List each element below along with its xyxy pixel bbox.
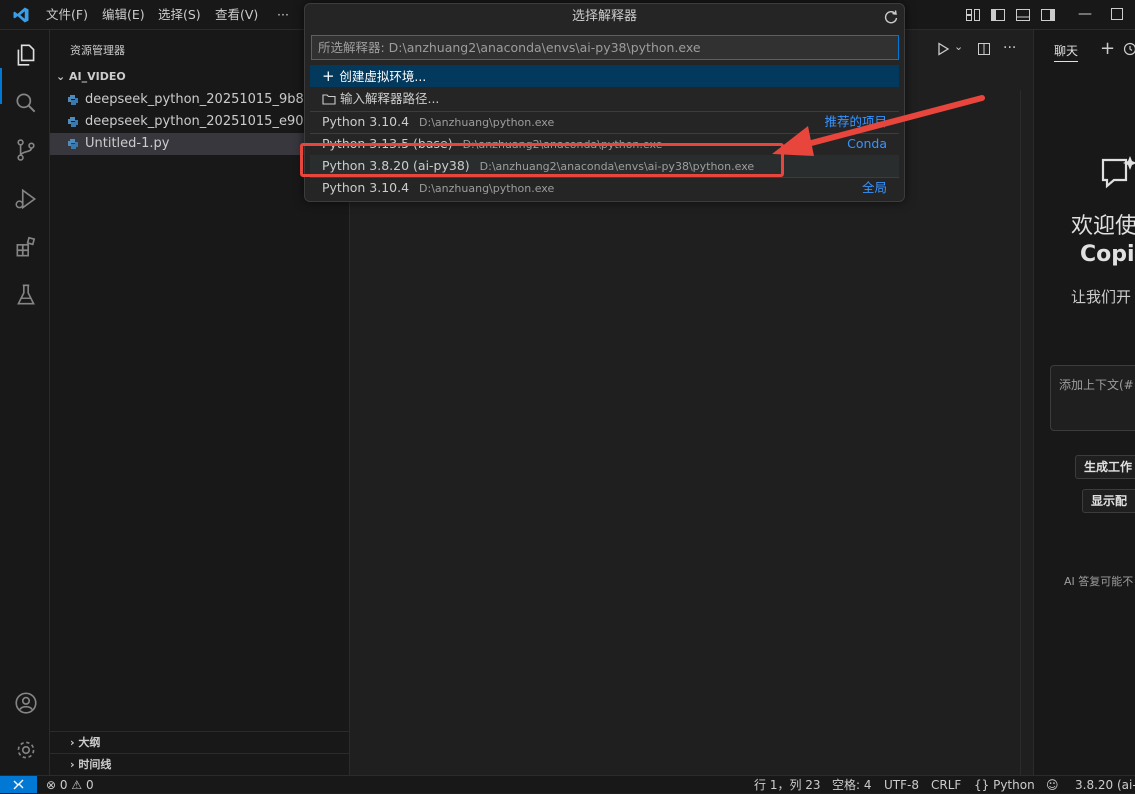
annotation-arrow xyxy=(760,90,990,170)
generate-button[interactable]: 生成工作 xyxy=(1075,455,1135,479)
active-indicator xyxy=(0,68,2,104)
chat-input-placeholder: 添加上下文(# xyxy=(1051,366,1135,393)
warning-count: 0 xyxy=(86,778,94,792)
file-name: Untitled-1.py xyxy=(85,136,169,151)
braces-icon: {} xyxy=(974,778,993,792)
language-mode[interactable]: {} Python xyxy=(974,776,1035,794)
plus-icon: + xyxy=(322,67,339,85)
run-icon[interactable] xyxy=(936,42,952,58)
enter-path-label: 输入解释器路径... xyxy=(340,91,439,106)
line-ending[interactable]: CRLF xyxy=(931,776,961,794)
settings-gear-icon[interactable] xyxy=(13,737,39,763)
toggle-panel-icon[interactable] xyxy=(1015,7,1031,23)
menu-edit[interactable]: 编辑(E) xyxy=(102,0,145,30)
extensions-icon[interactable] xyxy=(13,234,39,260)
ai-disclaimer: AI 答复可能不 xyxy=(1064,573,1133,589)
quickpick-title: 选择解释器 xyxy=(305,4,904,30)
chat-panel: 聊天 + 欢迎使 Copil 让我们开 添加上下文(# 生成工作 显示配 AI … xyxy=(1033,30,1135,775)
create-env-item[interactable]: + 创建虚拟环境... xyxy=(310,65,899,87)
timeline-section[interactable]: › 时间线 xyxy=(50,753,350,775)
search-icon[interactable] xyxy=(13,90,39,116)
workspace-folder[interactable]: ⌄ AI_VIDEO xyxy=(56,70,126,83)
more-icon[interactable]: ··· xyxy=(1003,40,1016,56)
python-file-icon xyxy=(67,138,79,150)
run-debug-icon[interactable] xyxy=(13,186,39,212)
error-count: 0 xyxy=(60,778,68,792)
interpreter-item[interactable]: Python 3.10.4 D:\anzhuang\python.exe 全局 xyxy=(310,177,899,199)
welcome-title-line2: Copil xyxy=(1080,242,1135,267)
menu-more[interactable]: ··· xyxy=(277,0,289,30)
problems-indicator[interactable]: ⊗ 0 ⚠ 0 xyxy=(46,776,94,794)
testing-icon[interactable] xyxy=(13,282,39,308)
remote-indicator[interactable] xyxy=(0,776,37,793)
python-file-icon xyxy=(67,94,79,106)
vscode-logo-icon xyxy=(12,6,30,24)
plus-icon[interactable]: + xyxy=(1100,38,1115,59)
create-env-label: 创建虚拟环境... xyxy=(339,69,426,84)
show-config-button[interactable]: 显示配 xyxy=(1082,489,1135,513)
error-icon: ⊗ xyxy=(46,778,56,792)
menu-selection[interactable]: 选择(S) xyxy=(158,0,201,30)
source-control-icon[interactable] xyxy=(13,137,39,163)
python-file-icon xyxy=(67,116,79,128)
interpreter-search-input[interactable]: 所选解释器: D:\anzhuang2\anaconda\envs\ai-py3… xyxy=(311,35,899,60)
account-icon[interactable] xyxy=(13,690,39,716)
toggle-secondary-sidebar-icon[interactable] xyxy=(1040,7,1056,23)
chevron-down-icon: ⌄ xyxy=(56,70,69,83)
folder-icon xyxy=(322,93,336,105)
interpreter-version[interactable]: 3.8.20 (ai-p xyxy=(1075,776,1135,794)
status-bar: ⊗ 0 ⚠ 0 行 1，列 23 空格: 4 UTF-8 CRLF {} Pyt… xyxy=(0,775,1135,793)
interpreter-path: D:\anzhuang\python.exe xyxy=(419,182,554,195)
section-label: 大纲 xyxy=(78,736,100,749)
menu-view[interactable]: 查看(V) xyxy=(215,0,258,30)
interpreter-path: D:\anzhuang\python.exe xyxy=(419,116,554,129)
folder-name: AI_VIDEO xyxy=(69,70,126,83)
editor-scrollbar[interactable] xyxy=(1020,90,1033,775)
section-label: 时间线 xyxy=(78,758,111,771)
sparkle-chat-icon xyxy=(1100,152,1135,192)
outline-section[interactable]: › 大纲 xyxy=(50,731,350,753)
interpreter-tag: 全局 xyxy=(862,177,887,199)
language-label: Python xyxy=(993,778,1035,792)
indentation[interactable]: 空格: 4 xyxy=(832,776,872,794)
toggle-primary-sidebar-icon[interactable] xyxy=(990,7,1006,23)
warning-icon: ⚠ xyxy=(71,778,82,792)
activity-bar xyxy=(0,30,50,775)
chevron-down-icon[interactable]: ⌄ xyxy=(954,40,963,53)
history-icon[interactable] xyxy=(1123,42,1135,56)
minimize-icon[interactable]: — xyxy=(1078,4,1098,24)
explorer-icon[interactable] xyxy=(13,42,39,68)
welcome-subtitle: 让我们开 xyxy=(1071,286,1131,307)
tab-chat[interactable]: 聊天 xyxy=(1054,42,1078,62)
cursor-position[interactable]: 行 1，列 23 xyxy=(754,776,821,794)
copilot-icon[interactable]: ☺ xyxy=(1046,776,1059,794)
interpreter-name: Python 3.10.4 xyxy=(322,180,409,195)
maximize-icon[interactable] xyxy=(1110,7,1126,23)
annotation-highlight-box xyxy=(300,143,784,177)
menu-file[interactable]: 文件(F) xyxy=(46,0,88,30)
customize-layout-icon[interactable] xyxy=(965,7,981,23)
refresh-icon[interactable] xyxy=(883,9,899,25)
welcome-title-line1: 欢迎使 xyxy=(1071,208,1135,240)
interpreter-name: Python 3.10.4 xyxy=(322,114,409,129)
encoding[interactable]: UTF-8 xyxy=(884,776,919,794)
split-editor-icon[interactable] xyxy=(977,42,993,58)
sidebar-title: 资源管理器 xyxy=(70,42,125,58)
chat-input[interactable]: 添加上下文(# xyxy=(1050,365,1135,431)
